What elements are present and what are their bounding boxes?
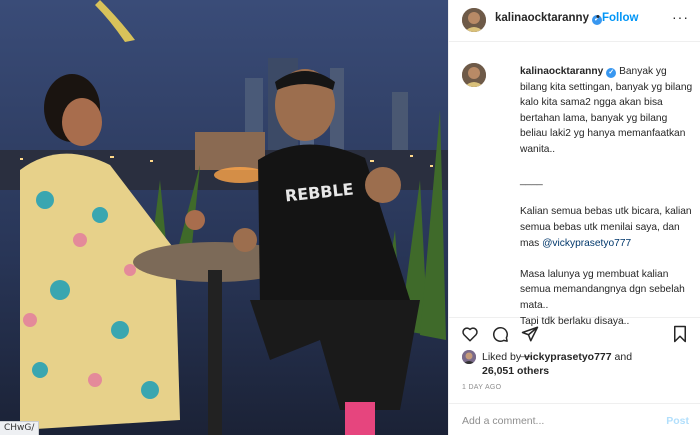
- link-status-url: CHwG/: [0, 421, 40, 435]
- caption-username[interactable]: kalinaocktaranny ✓: [520, 66, 617, 78]
- comment-bar: Add a comment... Post: [449, 403, 700, 435]
- liker-username[interactable]: vickyprasetyo777: [524, 351, 612, 363]
- caption-line: Banyak yg bilang kita settingan, banyak …: [520, 66, 693, 155]
- action-bar: [449, 320, 700, 348]
- header-separator: •: [596, 11, 600, 23]
- caption-section: kalinaocktaranny ✓ Banyak yg bilang kita …: [449, 43, 700, 358]
- post-header: kalinaocktaranny ✓ • Follow ···: [449, 0, 700, 42]
- post-timestamp[interactable]: 1 DAY AGO: [462, 384, 501, 391]
- comment-icon[interactable]: [491, 325, 509, 343]
- mention-link[interactable]: @vickyprasetyo777: [542, 238, 631, 249]
- bookmark-icon[interactable]: [671, 325, 689, 343]
- post-photo[interactable]: REBBLE CHwG/: [0, 0, 448, 435]
- post-side-panel: kalinaocktaranny ✓ • Follow ··· kalinaock…: [448, 0, 700, 435]
- share-icon[interactable]: [521, 325, 539, 343]
- likes-count[interactable]: 26,051 others: [482, 364, 549, 378]
- post-comment-button[interactable]: Post: [666, 415, 689, 427]
- likes-line: Liked by vickyprasetyo777 and: [482, 351, 633, 363]
- author-avatar[interactable]: [462, 8, 486, 32]
- caption-text: kalinaocktaranny ✓ Banyak yg bilang kita …: [520, 64, 696, 360]
- comment-input[interactable]: Add a comment...: [462, 415, 544, 427]
- more-options-icon[interactable]: ···: [672, 9, 689, 25]
- caption-line: Masa lalunya yg membuat kalian semua mem…: [520, 268, 685, 311]
- liker-avatar[interactable]: [462, 350, 476, 364]
- verified-badge-icon: ✓: [606, 68, 617, 78]
- caption-line: ____: [520, 175, 543, 187]
- heart-icon[interactable]: [461, 325, 479, 343]
- follow-button[interactable]: Follow: [602, 12, 638, 24]
- caption-avatar[interactable]: [462, 63, 486, 87]
- post-image: REBBLE: [0, 0, 448, 435]
- author-username[interactable]: kalinaocktaranny ✓: [495, 12, 602, 25]
